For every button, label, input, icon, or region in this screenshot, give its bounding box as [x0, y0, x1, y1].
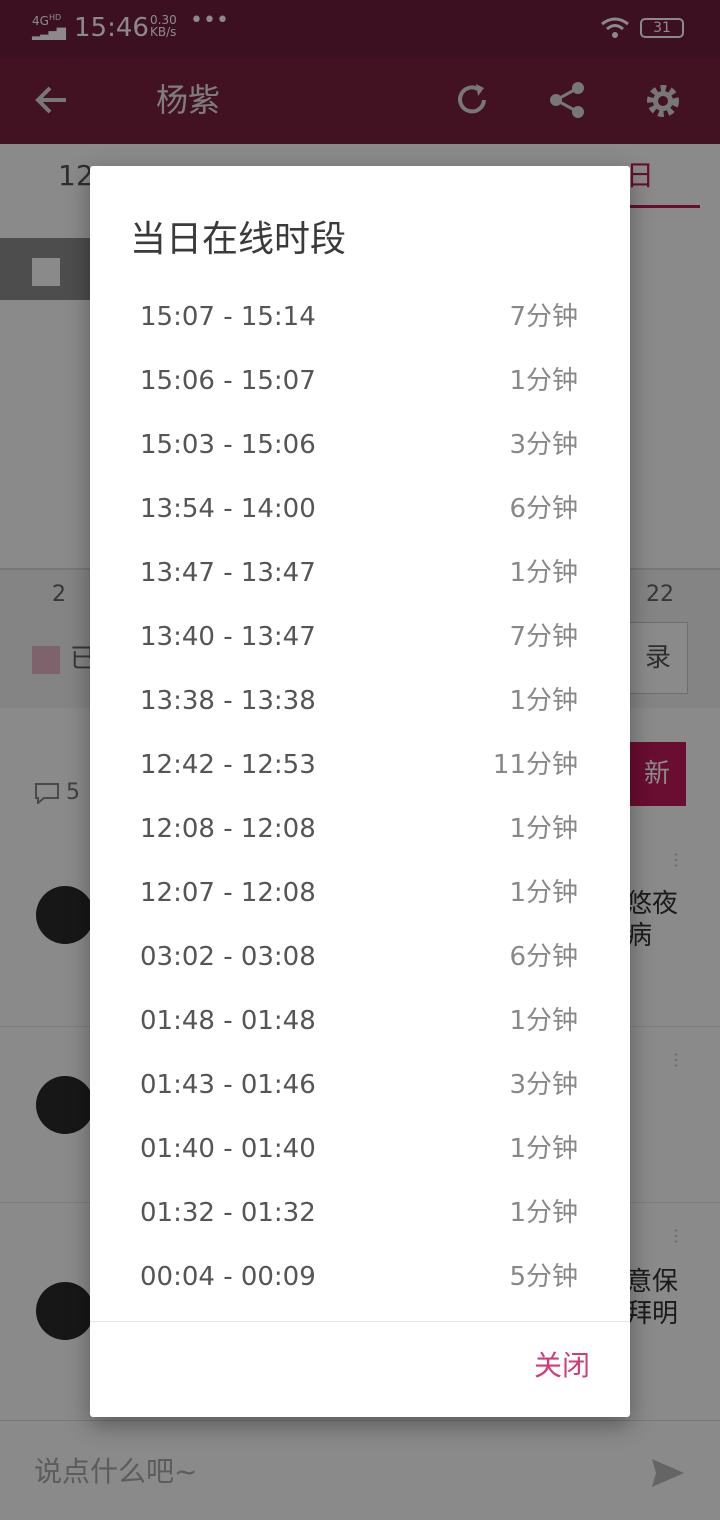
session-duration: 7分钟 — [509, 302, 578, 332]
dialog-divider — [90, 1321, 630, 1322]
session-duration: 5分钟 — [509, 1262, 578, 1292]
session-time-range: 15:07 - 15:14 — [140, 302, 316, 332]
session-time-range: 01:40 - 01:40 — [140, 1134, 316, 1164]
session-row: 15:06 - 15:07 1分钟 — [90, 350, 630, 414]
session-time-range: 13:40 - 13:47 — [140, 622, 316, 652]
session-duration: 3分钟 — [509, 430, 578, 460]
session-row: 01:32 - 01:32 1分钟 — [90, 1182, 630, 1246]
session-list: 15:07 - 15:14 7分钟 15:06 - 15:07 1分钟 15:03 - … — [90, 286, 630, 1310]
session-time-range: 15:06 - 15:07 — [140, 366, 316, 396]
session-duration: 1分钟 — [509, 878, 578, 908]
session-duration: 1分钟 — [509, 558, 578, 588]
session-duration: 7分钟 — [509, 622, 578, 652]
session-row: 00:04 - 00:09 5分钟 — [90, 1246, 630, 1310]
session-time-range: 13:54 - 14:00 — [140, 494, 316, 524]
session-row: 12:08 - 12:08 1分钟 — [90, 798, 630, 862]
session-duration: 6分钟 — [509, 942, 578, 972]
session-row: 13:47 - 13:47 1分钟 — [90, 542, 630, 606]
session-time-range: 12:08 - 12:08 — [140, 814, 316, 844]
session-duration: 11分钟 — [492, 750, 578, 780]
session-row: 01:48 - 01:48 1分钟 — [90, 990, 630, 1054]
session-time-range: 12:07 - 12:08 — [140, 878, 316, 908]
session-duration: 3分钟 — [509, 1070, 578, 1100]
session-time-range: 03:02 - 03:08 — [140, 942, 316, 972]
session-time-range: 01:48 - 01:48 — [140, 1006, 316, 1036]
session-time-range: 00:04 - 00:09 — [140, 1262, 316, 1292]
session-row: 03:02 - 03:08 6分钟 — [90, 926, 630, 990]
session-row: 13:40 - 13:47 7分钟 — [90, 606, 630, 670]
session-row: 13:38 - 13:38 1分钟 — [90, 670, 630, 734]
close-button[interactable]: 关闭 — [534, 1348, 590, 1384]
session-row: 01:43 - 01:46 3分钟 — [90, 1054, 630, 1118]
session-row: 13:54 - 14:00 6分钟 — [90, 478, 630, 542]
session-duration: 1分钟 — [509, 366, 578, 396]
session-time-range: 12:42 - 12:53 — [140, 750, 316, 780]
session-time-range: 15:03 - 15:06 — [140, 430, 316, 460]
session-duration: 1分钟 — [509, 1134, 578, 1164]
session-row: 15:03 - 15:06 3分钟 — [90, 414, 630, 478]
session-row: 01:40 - 01:40 1分钟 — [90, 1118, 630, 1182]
online-periods-dialog: 当日在线时段 15:07 - 15:14 7分钟 15:06 - 15:07 1分钟 1… — [90, 166, 630, 1417]
session-duration: 6分钟 — [509, 494, 578, 524]
session-row: 12:07 - 12:08 1分钟 — [90, 862, 630, 926]
session-time-range: 13:47 - 13:47 — [140, 558, 316, 588]
session-row: 15:07 - 15:14 7分钟 — [90, 286, 630, 350]
session-duration: 1分钟 — [509, 1006, 578, 1036]
session-time-range: 13:38 - 13:38 — [140, 686, 316, 716]
session-time-range: 01:32 - 01:32 — [140, 1198, 316, 1228]
session-time-range: 01:43 - 01:46 — [140, 1070, 316, 1100]
session-duration: 1分钟 — [509, 686, 578, 716]
session-duration: 1分钟 — [509, 1198, 578, 1228]
session-duration: 1分钟 — [509, 814, 578, 844]
session-row: 12:42 - 12:53 11分钟 — [90, 734, 630, 798]
dialog-title: 当日在线时段 — [130, 219, 347, 260]
